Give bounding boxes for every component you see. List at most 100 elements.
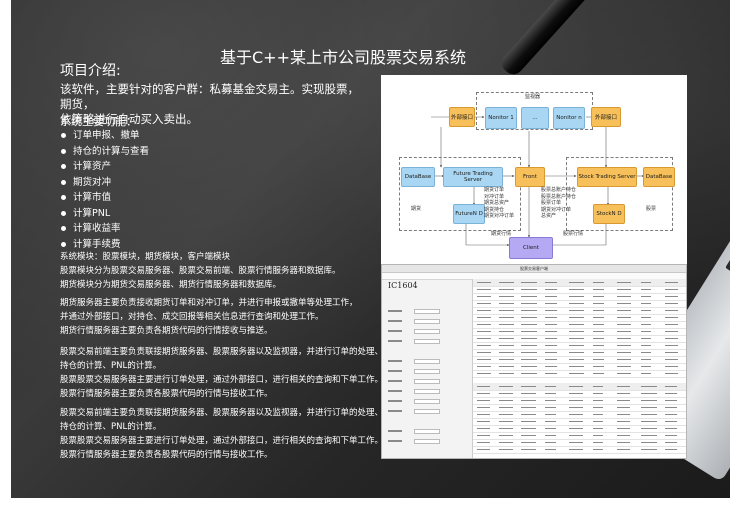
table-cell bbox=[521, 372, 537, 375]
table-row bbox=[473, 446, 686, 454]
table-cell bbox=[477, 434, 490, 437]
paragraph-line: 期货服务器主要负责接收期货订单和对冲订单，并进行申报或撤单等处理工作， bbox=[60, 298, 358, 308]
table-cell bbox=[569, 323, 584, 326]
table-cell bbox=[569, 281, 584, 284]
form-field[interactable] bbox=[414, 429, 440, 434]
table-cell bbox=[545, 399, 556, 402]
table-cell bbox=[545, 427, 556, 430]
bullet-icon bbox=[61, 195, 66, 201]
table-cell bbox=[521, 441, 536, 444]
table-cell bbox=[617, 344, 631, 347]
table-cell bbox=[569, 344, 584, 347]
table-cell bbox=[545, 420, 556, 423]
form-field[interactable] bbox=[414, 439, 440, 444]
table-cell bbox=[665, 302, 678, 305]
table-cell bbox=[477, 316, 491, 319]
table-cell bbox=[665, 448, 677, 451]
table-cell bbox=[569, 441, 583, 444]
table-cell bbox=[521, 337, 537, 340]
table-cell bbox=[477, 323, 491, 326]
table-cell bbox=[569, 295, 584, 298]
table-cell bbox=[499, 323, 514, 326]
table-cell bbox=[569, 316, 584, 319]
paragraph-line: 系统模块：股票模块，期货模块，客户端模块 bbox=[60, 252, 231, 262]
table-cell bbox=[545, 448, 556, 451]
table-cell bbox=[569, 330, 584, 333]
table-cell bbox=[641, 337, 651, 340]
paragraph-modules: 系统模块：股票模块，期货模块，客户端模块 股票模块分为股票交易服务器、股票交易前… bbox=[60, 250, 375, 292]
function-label: 计算资产 bbox=[73, 161, 112, 172]
form-label bbox=[388, 310, 402, 312]
table-cell bbox=[665, 441, 677, 444]
table-cell bbox=[665, 406, 677, 409]
table-cell bbox=[499, 337, 514, 340]
form-label bbox=[388, 380, 402, 382]
stock-server-box: Stock Trading Server bbox=[577, 167, 637, 187]
function-item: 计算PNL bbox=[59, 206, 149, 222]
function-item: 持仓的计算与查看 bbox=[59, 144, 149, 160]
table-cell bbox=[477, 385, 490, 388]
table-cell bbox=[641, 358, 651, 361]
future-nd-box: FutureN D bbox=[453, 204, 485, 224]
form-field[interactable] bbox=[414, 319, 440, 324]
table-cell bbox=[477, 441, 490, 444]
form-field[interactable] bbox=[414, 389, 440, 394]
table-cell bbox=[641, 309, 651, 312]
table-cell bbox=[593, 434, 603, 437]
architecture-diagram: 监视器 Nonitor 1 ... Nonitor n 外部接口 外部接口 Da… bbox=[381, 75, 687, 265]
table-cell bbox=[545, 413, 556, 416]
table-cell bbox=[593, 420, 603, 423]
table-cell bbox=[641, 295, 651, 298]
order-form-panel bbox=[384, 279, 470, 457]
table-cell bbox=[641, 288, 651, 291]
futures-label: 期货 bbox=[411, 206, 422, 212]
table-cell bbox=[641, 434, 657, 437]
form-field[interactable] bbox=[414, 309, 440, 314]
table-cell bbox=[521, 427, 536, 430]
table-cell bbox=[477, 337, 491, 340]
table-cell bbox=[545, 358, 557, 361]
stock-quote-label: 股票行情 bbox=[563, 231, 584, 237]
form-field[interactable] bbox=[414, 409, 440, 414]
table-cell bbox=[617, 427, 630, 430]
table-cell bbox=[665, 365, 678, 368]
form-field[interactable] bbox=[414, 359, 440, 364]
table-cell bbox=[665, 351, 678, 354]
form-field[interactable] bbox=[414, 399, 440, 404]
table-cell bbox=[499, 427, 513, 430]
function-label: 计算市值 bbox=[73, 192, 112, 203]
table-cell bbox=[617, 372, 631, 375]
table-cell bbox=[545, 441, 556, 444]
table-cell bbox=[477, 295, 491, 298]
form-field[interactable] bbox=[414, 379, 440, 384]
table-cell bbox=[665, 323, 678, 326]
table-cell bbox=[477, 288, 491, 291]
table-cell bbox=[569, 420, 583, 423]
bullet-icon bbox=[61, 226, 66, 232]
table-cell bbox=[617, 420, 630, 423]
table-cell bbox=[593, 337, 604, 340]
table-cell bbox=[521, 330, 537, 333]
table-cell bbox=[545, 330, 557, 333]
external-interface-right: 外部接口 bbox=[591, 107, 621, 127]
form-field[interactable] bbox=[414, 339, 440, 344]
bullet-icon bbox=[61, 164, 66, 170]
function-item: 计算收益率 bbox=[59, 221, 149, 237]
table-cell bbox=[499, 316, 514, 319]
table-cell bbox=[617, 406, 630, 409]
table-cell bbox=[545, 288, 557, 291]
function-item: 期货对冲 bbox=[59, 175, 149, 191]
table-cell bbox=[665, 316, 678, 319]
table-cell bbox=[593, 330, 604, 333]
form-field[interactable] bbox=[414, 369, 440, 374]
form-field[interactable] bbox=[414, 329, 440, 334]
bullet-icon bbox=[61, 241, 66, 247]
paragraph-stock-front-repeat: 股票交易前端主要负责联接期货服务器、股票服务器以及监视器，并进行订单的处理、 持… bbox=[60, 406, 383, 462]
table-cell bbox=[665, 392, 677, 395]
table-cell bbox=[617, 413, 630, 416]
table-cell bbox=[499, 309, 514, 312]
table-cell bbox=[617, 330, 631, 333]
table-cell bbox=[569, 372, 584, 375]
paragraph-line: 持仓的计算、PNL的计算。 bbox=[60, 422, 162, 432]
table-cell bbox=[569, 448, 583, 451]
